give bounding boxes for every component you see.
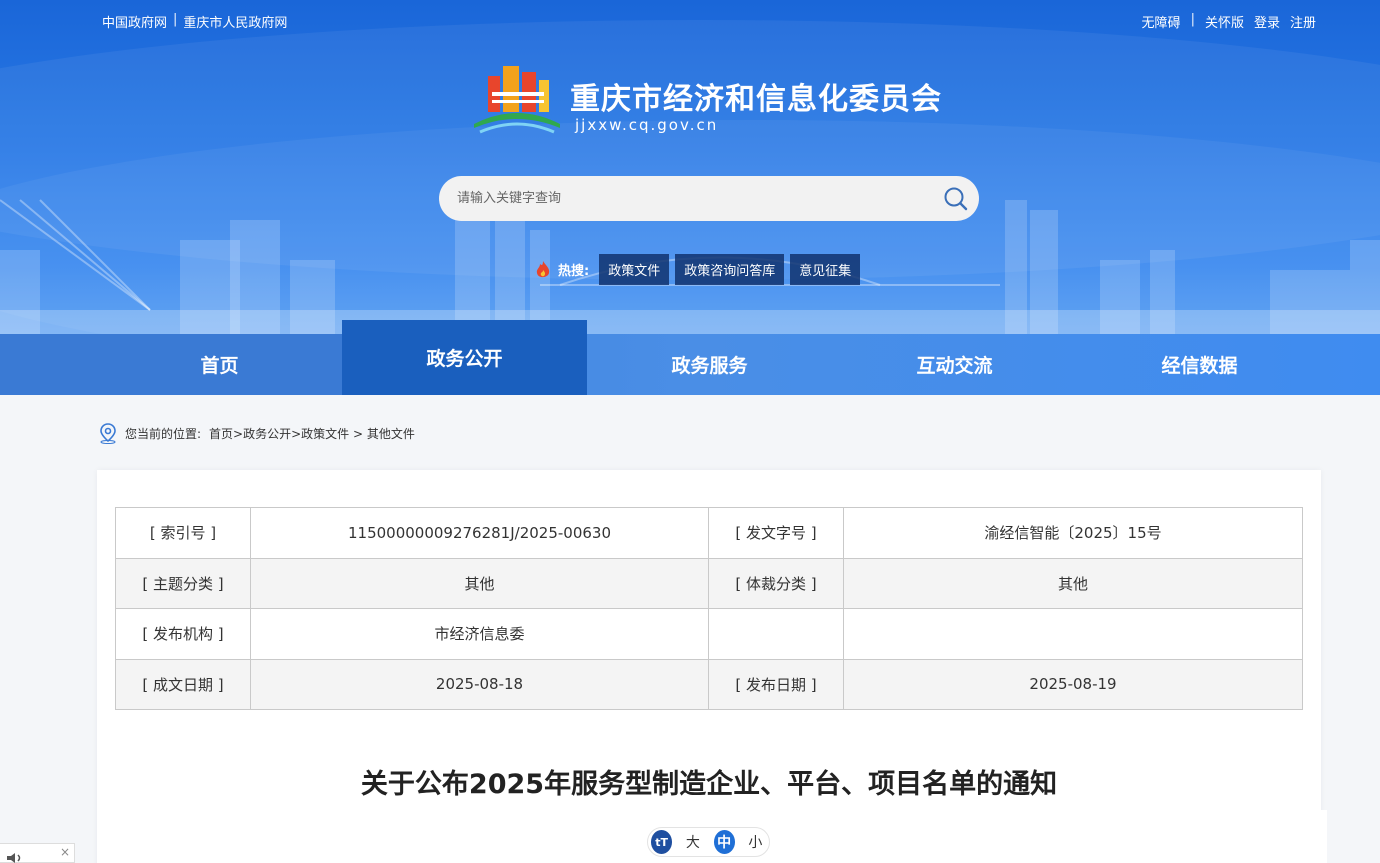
table-cell: [708, 608, 844, 660]
table-cell: [843, 608, 1303, 660]
breadcrumb: 您当前的位置: 首页>政务公开>政策文件 > 其他文件: [97, 422, 415, 444]
nav-item-label: 经信数据: [1161, 355, 1238, 377]
table-cell: [ 主题分类 ]: [115, 557, 251, 609]
nav-item-home[interactable]: 首页: [97, 334, 342, 395]
hot-search: 热搜: 政策文件 政策咨询问答库 意见征集: [534, 254, 861, 285]
document-meta-table: [ 索引号 ] 11500000009276281J/2025-00630 [ …: [115, 507, 1303, 710]
document-title: 关于公布2025年服务型制造企业、平台、项目名单的通知: [360, 769, 1058, 800]
site-logo-icon[interactable]: [470, 62, 564, 136]
table-cell: 2025-08-18: [250, 658, 709, 710]
floating-audio-widget[interactable]: ×: [0, 843, 75, 863]
table-cell: [ 发布日期 ]: [708, 658, 844, 710]
hot-tag-opinion[interactable]: 意见征集: [790, 254, 861, 285]
site-domain: jjxxw.cq.gov.cn: [575, 116, 719, 134]
nav-item-interaction[interactable]: 互动交流: [832, 334, 1077, 395]
page-edge-decoration: [1321, 810, 1327, 863]
main-nav: 首页 政务公开 政务服务 互动交流 经信数据: [0, 320, 1380, 395]
link-china-gov[interactable]: 中国政府网: [102, 12, 167, 31]
link-register[interactable]: 注册: [1290, 12, 1316, 31]
table-cell: [ 发文字号 ]: [708, 507, 844, 559]
nav-item-government-affairs[interactable]: 政务公开: [342, 320, 587, 395]
search-icon[interactable]: [943, 186, 969, 212]
nav-item-data[interactable]: 经信数据: [1077, 334, 1322, 395]
table-row: [ 发布机构 ] 市经济信息委: [115, 608, 1303, 660]
link-care-version[interactable]: 关怀版: [1205, 12, 1244, 31]
search-box: [439, 176, 979, 221]
font-size-small-button[interactable]: 小: [745, 830, 766, 854]
hot-tag-policy-qa[interactable]: 政策咨询问答库: [675, 254, 785, 285]
separator: |: [1190, 12, 1195, 27]
speaker-icon[interactable]: [6, 852, 24, 863]
table-cell: [ 成文日期 ]: [115, 658, 251, 710]
font-size-icon: tT: [651, 830, 673, 854]
close-icon[interactable]: ×: [60, 845, 70, 859]
breadcrumb-path[interactable]: 首页>政务公开>政策文件 > 其他文件: [209, 425, 415, 442]
location-pin-icon: [100, 423, 116, 444]
document-card: [ 索引号 ] 11500000009276281J/2025-00630 [ …: [97, 470, 1321, 863]
hot-tag-policy-docs[interactable]: 政策文件: [599, 254, 670, 285]
nav-item-services[interactable]: 政务服务: [587, 334, 832, 395]
table-cell: 渝经信智能〔2025〕15号: [843, 507, 1303, 559]
search-input[interactable]: [457, 176, 927, 221]
nav-item-label: 互动交流: [916, 355, 993, 377]
table-row: [ 主题分类 ] 其他 [ 体裁分类 ] 其他: [115, 557, 1303, 609]
table-cell: 2025-08-19: [843, 658, 1303, 710]
nav-item-label: 首页: [200, 355, 239, 377]
flame-icon: [536, 260, 550, 277]
table-cell: 其他: [250, 557, 709, 609]
font-size-switcher: tT 大 中 小: [647, 827, 770, 857]
font-size-medium-button[interactable]: 中: [713, 830, 735, 854]
link-login[interactable]: 登录: [1254, 12, 1280, 31]
top-links-right: 无障碍 | 关怀版 登录 注册: [1142, 12, 1316, 31]
table-cell: 市经济信息委: [250, 608, 709, 660]
site-title: 重庆市经济和信息化委员会: [570, 82, 942, 117]
table-cell: [ 体裁分类 ]: [708, 557, 844, 609]
table-row: [ 成文日期 ] 2025-08-18 [ 发布日期 ] 2025-08-19: [115, 658, 1303, 710]
top-links-left: 中国政府网 | 重庆市人民政府网: [102, 12, 287, 31]
table-row: [ 索引号 ] 11500000009276281J/2025-00630 [ …: [115, 507, 1303, 559]
table-cell: [ 索引号 ]: [115, 507, 251, 559]
table-cell: 其他: [843, 557, 1303, 609]
font-size-large-button[interactable]: 大: [682, 830, 703, 854]
breadcrumb-prefix: 您当前的位置:: [125, 426, 202, 441]
table-cell: 11500000009276281J/2025-00630: [250, 507, 709, 559]
separator: |: [173, 12, 178, 27]
link-chongqing-gov[interactable]: 重庆市人民政府网: [183, 12, 287, 31]
nav-item-label: 政务服务: [671, 355, 748, 377]
nav-item-label: 政务公开: [426, 348, 503, 370]
hot-search-label: 热搜:: [558, 264, 590, 279]
site-header: 中国政府网 | 重庆市人民政府网 无障碍 | 关怀版 登录 注册 重庆市经济和信…: [0, 0, 1380, 334]
link-accessibility[interactable]: 无障碍: [1142, 12, 1181, 31]
table-cell: [ 发布机构 ]: [115, 608, 251, 660]
